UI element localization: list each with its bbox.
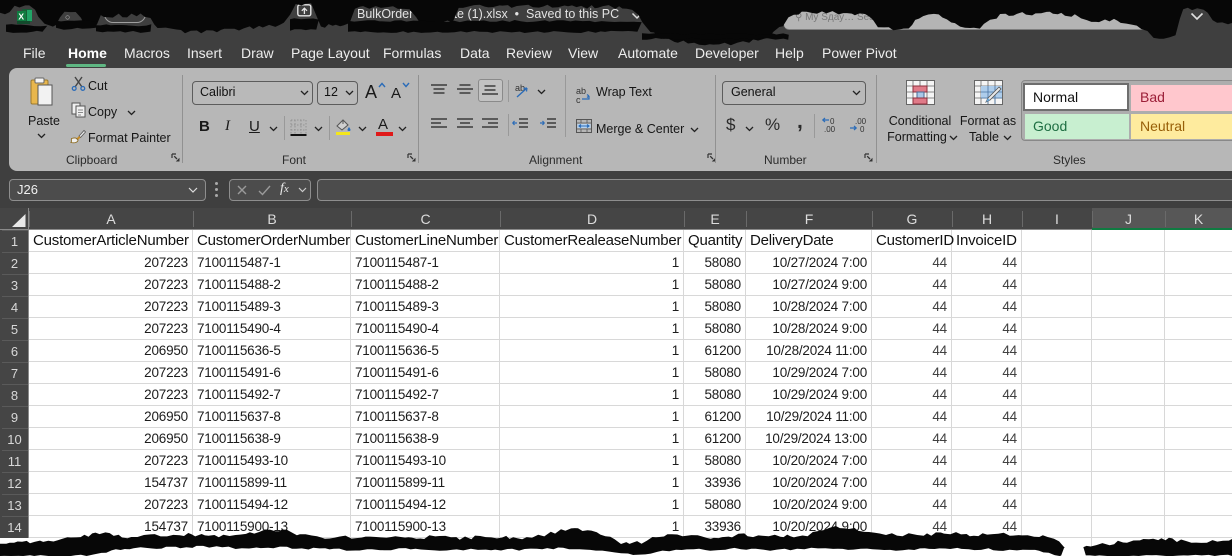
svg-text:.00: .00 [824,125,836,133]
svg-text:c: c [576,95,581,104]
svg-text:0: 0 [860,125,865,133]
